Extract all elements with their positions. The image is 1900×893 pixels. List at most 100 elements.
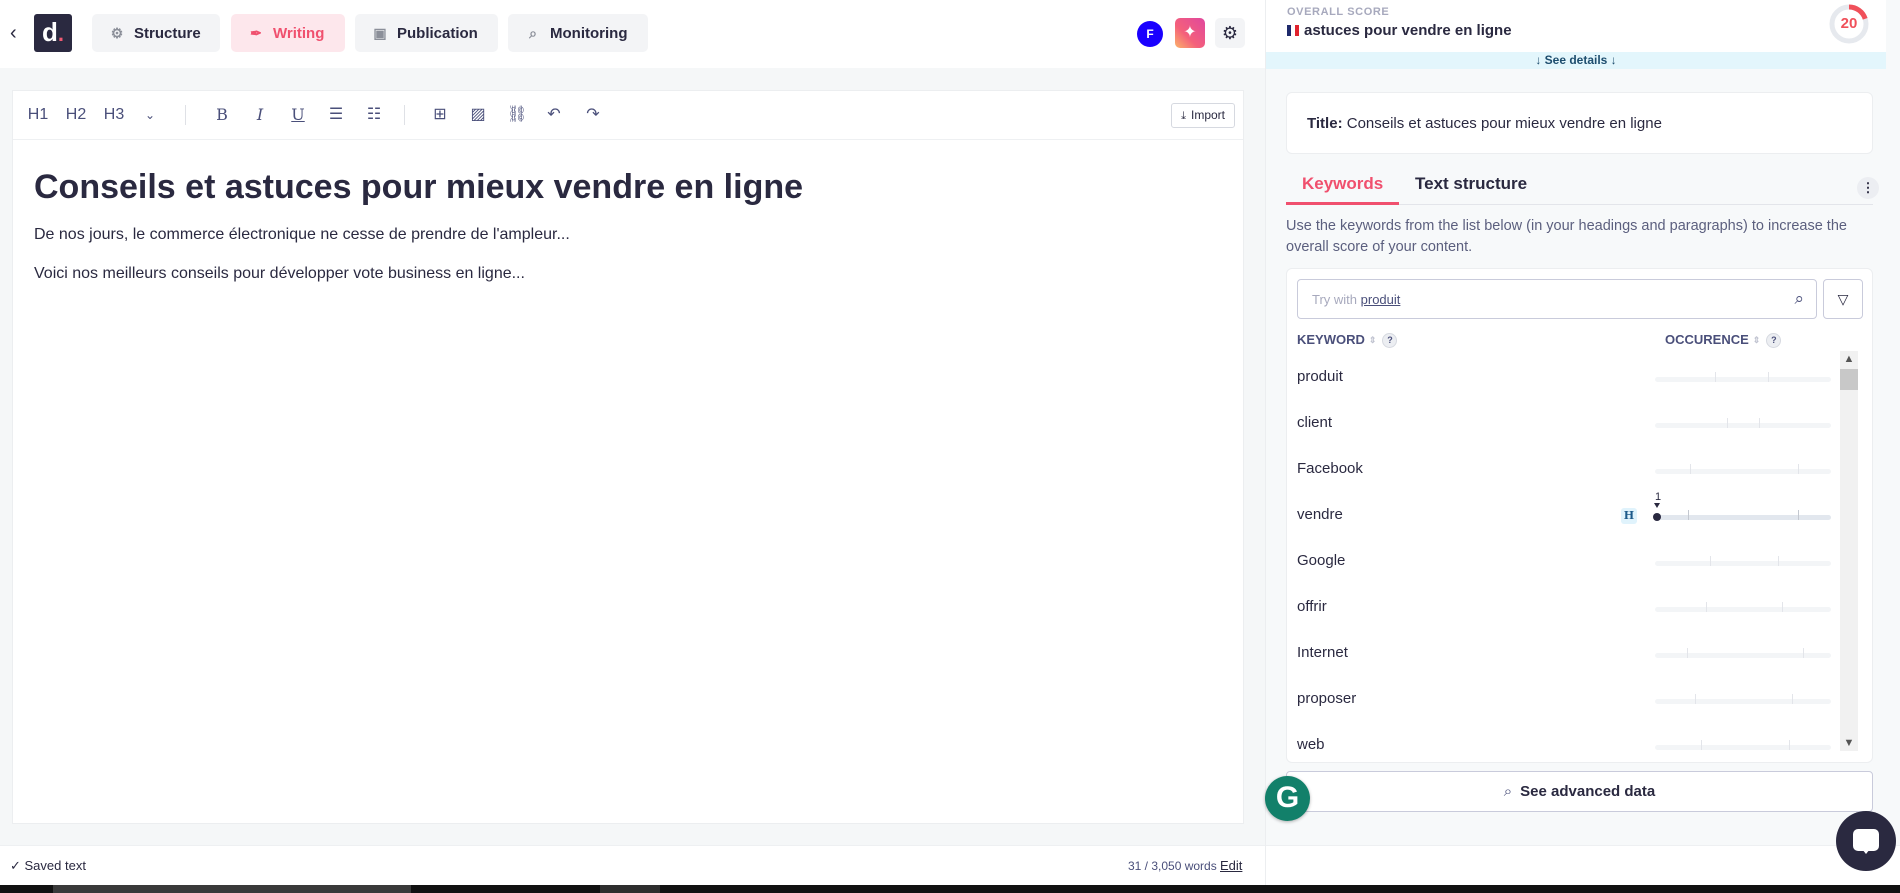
grammarly-button[interactable]: G (1265, 776, 1310, 821)
help-icon[interactable]: ? (1382, 333, 1398, 348)
occurence-bar (1655, 372, 1831, 382)
keyword-search-input[interactable]: Try with produit ⌕ (1297, 279, 1817, 319)
occurence-range-tick (1803, 648, 1804, 658)
keywords-card: Try with produit ⌕ ▽ KEYWORD ⇕? OCCURENCE… (1286, 268, 1873, 763)
sort-icon: ⇕ (1368, 335, 1377, 345)
text-editor[interactable]: H1 H2 H3 ⌄ B I U ☰ ☷ ⊞ ▨ ⛓ ↶ ↷ ⤓ Import C… (12, 90, 1244, 824)
tab-text-structure[interactable]: Text structure (1415, 174, 1527, 194)
french-flag-icon (1287, 25, 1299, 36)
occurence-range-tick (1701, 740, 1702, 750)
help-icon[interactable]: ? (1766, 333, 1782, 348)
title-value: Conseils et astuces pour mieux vendre en… (1342, 115, 1662, 132)
chat-bubble-icon (1853, 829, 1879, 854)
overall-score-label: OVERALL SCORE (1287, 6, 1390, 18)
search-icon[interactable]: ⌕ (1794, 289, 1804, 309)
keyword-row[interactable]: client (1287, 405, 1832, 443)
bold-button[interactable]: B (213, 104, 231, 126)
occurence-range-tick (1710, 556, 1711, 566)
keyword-row[interactable]: web (1287, 727, 1832, 762)
heading-1-button[interactable]: H1 (27, 104, 49, 126)
grammarly-icon: G (1275, 781, 1300, 814)
redo-icon[interactable]: ↷ (584, 104, 602, 126)
undo-icon[interactable]: ↶ (545, 104, 563, 126)
scroll-down-icon[interactable]: ▼ (1840, 735, 1858, 751)
saved-status: ✓ Saved text (10, 858, 86, 873)
occurence-column-header[interactable]: OCCURENCE ⇕? (1665, 332, 1782, 348)
occurence-range-tick (1727, 418, 1728, 428)
keyword-name: offrir (1297, 598, 1327, 615)
see-advanced-data-button[interactable]: ⌕ See advanced data (1286, 771, 1873, 812)
toolbar-divider (185, 105, 186, 125)
import-button[interactable]: ⤓ Import (1171, 103, 1235, 128)
image-icon[interactable]: ▨ (469, 104, 487, 126)
occurence-bar (1655, 694, 1831, 704)
ai-assistant-button[interactable]: ✦ (1175, 18, 1205, 48)
title-label: Title: (1307, 115, 1343, 132)
back-chevron-icon[interactable]: ‹ (10, 22, 26, 44)
app-logo[interactable]: d. (34, 14, 72, 52)
gear-icon: ⚙ (110, 24, 124, 41)
more-headings-chevron-down-icon[interactable]: ⌄ (141, 104, 159, 126)
publish-icon: ▣ (373, 24, 387, 41)
keyword-column-header[interactable]: KEYWORD ⇕? (1297, 332, 1398, 348)
occurence-range-tick (1789, 740, 1790, 750)
chat-widget-button[interactable] (1836, 811, 1896, 871)
underline-button[interactable]: U (289, 104, 307, 126)
download-icon: ⤓ (1181, 110, 1186, 122)
keyword-row[interactable]: Google (1287, 543, 1832, 581)
tab-structure[interactable]: ⚙ Structure (92, 14, 220, 52)
scroll-up-icon[interactable]: ▲ (1840, 351, 1858, 367)
filter-button[interactable]: ▽ (1823, 279, 1863, 319)
taskbar-item[interactable] (53, 885, 411, 893)
title-card: Title: Conseils et astuces pour mieux ve… (1286, 92, 1873, 154)
toolbar-divider (404, 105, 405, 125)
keyword-row[interactable]: vendre H 1 (1287, 491, 1832, 535)
keyword-name: web (1297, 736, 1325, 753)
italic-button[interactable]: I (251, 104, 269, 126)
occurence-range-tick (1695, 694, 1696, 704)
tab-keywords[interactable]: Keywords (1302, 174, 1383, 194)
occurence-range-tick (1759, 418, 1760, 428)
keyword-name: Google (1297, 552, 1346, 569)
panel-tabs: Keywords Text structure ⋮ (1286, 165, 1879, 205)
keyword-list: produit client Facebook vendre H 1 Google offri… (1287, 353, 1832, 762)
numbered-list-icon[interactable]: ☷ (365, 104, 383, 126)
keyword-row[interactable]: offrir (1287, 589, 1832, 627)
occurence-range-tick (1792, 694, 1793, 704)
keyword-row[interactable]: produit (1287, 359, 1832, 397)
user-avatar[interactable]: F (1137, 21, 1163, 47)
edit-word-target-link[interactable]: Edit (1220, 858, 1242, 873)
occurence-pointer-icon (1654, 503, 1660, 508)
paragraph[interactable]: De nos jours, le commerce électronique n… (34, 225, 1214, 245)
settings-button[interactable]: ⚙ (1215, 18, 1245, 48)
seo-panel: OVERALL SCORE astuces pour vendre en lig… (1265, 0, 1900, 885)
see-details-link[interactable]: ↓ See details ↓ (1266, 52, 1886, 69)
taskbar-item[interactable] (600, 885, 660, 893)
search-suggestion-link[interactable]: produit (1361, 292, 1401, 307)
target-keyword: astuces pour vendre en ligne (1287, 22, 1512, 39)
sort-icon: ⇕ (1752, 335, 1761, 345)
occurence-range-tick (1687, 648, 1688, 658)
scrollbar-thumb[interactable] (1840, 369, 1858, 390)
document-title[interactable]: Conseils et astuces pour mieux vendre en… (34, 167, 1214, 207)
editor-toolbar: H1 H2 H3 ⌄ B I U ☰ ☷ ⊞ ▨ ⛓ ↶ ↷ ⤓ Import (13, 91, 1243, 140)
tab-publication[interactable]: ▣ Publication (355, 14, 498, 52)
bullet-list-icon[interactable]: ☰ (327, 104, 345, 126)
tab-monitoring[interactable]: ⌕ Monitoring (508, 14, 648, 52)
document-content[interactable]: Conseils et astuces pour mieux vendre en… (34, 167, 1214, 284)
tab-writing[interactable]: ✒ Writing (231, 14, 345, 52)
keyword-row[interactable]: proposer (1287, 681, 1832, 719)
status-bar: ✓ Saved text 31 / 3,050 words Edit (0, 845, 1265, 886)
keyword-list-scrollbar[interactable]: ▲ ▼ (1840, 351, 1858, 751)
more-options-icon[interactable]: ⋮ (1857, 177, 1879, 199)
keyword-name: Internet (1297, 644, 1348, 661)
keyword-row[interactable]: Internet (1287, 635, 1832, 673)
keyword-row[interactable]: Facebook (1287, 451, 1832, 489)
occurence-bar (1655, 418, 1831, 428)
heading-badge-icon: H (1621, 508, 1637, 524)
paragraph[interactable]: Voici nos meilleurs conseils pour dévelo… (34, 264, 1214, 284)
link-icon[interactable]: ⛓ (507, 104, 527, 126)
heading-3-button[interactable]: H3 (103, 104, 125, 126)
table-icon[interactable]: ⊞ (431, 104, 449, 126)
heading-2-button[interactable]: H2 (65, 104, 87, 126)
